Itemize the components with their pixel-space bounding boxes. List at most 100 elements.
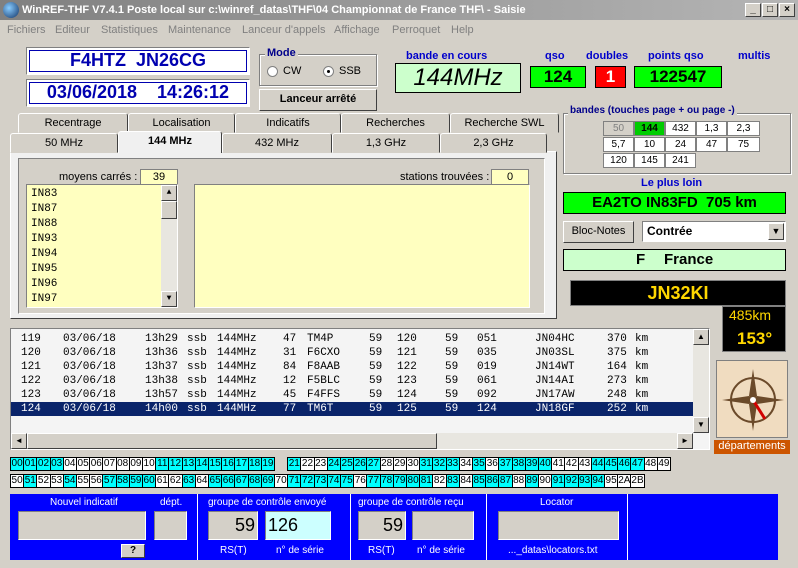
menu-affichage[interactable]: Affichage <box>334 24 380 36</box>
band-cell-5-7[interactable]: 5,7 <box>603 137 634 152</box>
band-cell-1-3[interactable]: 1,3 <box>696 121 727 136</box>
list-item[interactable]: IN96 <box>31 277 57 292</box>
scroll-up-icon[interactable]: ▲ <box>693 329 709 345</box>
scroll-left-icon[interactable]: ◄ <box>11 433 27 449</box>
list-item[interactable]: IN95 <box>31 262 57 277</box>
departement-cell[interactable]: 36 <box>485 457 500 471</box>
band-cell-120[interactable]: 120 <box>603 153 634 168</box>
log-vscroll[interactable]: ▲ ▼ <box>693 329 709 433</box>
envoye-rst[interactable]: 59 <box>208 511 258 540</box>
band-cell-24[interactable]: 24 <box>665 137 696 152</box>
departement-cell[interactable]: 05 <box>76 457 91 471</box>
departement-cell[interactable]: 12 <box>168 457 183 471</box>
departement-cell[interactable]: 26 <box>353 457 368 471</box>
departement-cell[interactable]: 09 <box>128 457 143 471</box>
scroll-thumb[interactable] <box>161 201 177 219</box>
ssb-radio[interactable] <box>323 66 334 77</box>
table-row[interactable]: 119 03/06/18 13h29 ssb 144MHz 47 TM4P 59 120 59 05… <box>11 332 693 346</box>
table-row[interactable]: 123 03/06/18 13h57 ssb 144MHz 45 F4FFS 59 124 59 0… <box>11 388 693 402</box>
departement-cell[interactable]: 53 <box>49 474 64 488</box>
departement-cell[interactable]: 04 <box>62 457 77 471</box>
departement-cell[interactable]: 52 <box>36 474 51 488</box>
list-item[interactable]: IN97 <box>31 292 57 307</box>
departement-cell[interactable]: 77 <box>366 474 381 488</box>
band-cell-241[interactable]: 241 <box>665 153 696 168</box>
log-list[interactable]: 119 03/06/18 13h29 ssb 144MHz 47 TM4P 59 120 59 05… <box>10 328 710 450</box>
tab-recherche-swl[interactable]: Recherche SWL <box>450 113 559 133</box>
stations-list[interactable] <box>194 184 530 308</box>
menu-fichiers[interactable]: Fichiers <box>7 24 46 36</box>
band-cell-10[interactable]: 10 <box>634 137 665 152</box>
maximize-button[interactable]: □ <box>762 3 778 17</box>
band-cell-145[interactable]: 145 <box>634 153 665 168</box>
departement-cell[interactable]: 21 <box>287 457 302 471</box>
help-button[interactable]: ? <box>121 544 145 558</box>
departement-cell[interactable]: 11 <box>155 457 170 471</box>
departement-cell[interactable]: 29 <box>392 457 407 471</box>
tab-indicatifs[interactable]: Indicatifs <box>235 113 341 133</box>
departement-cell[interactable]: 44 <box>590 457 605 471</box>
departement-cell[interactable]: 47 <box>630 457 645 471</box>
tab-50mhz[interactable]: 50 MHz <box>10 133 118 153</box>
departement-cell[interactable]: 00 <box>10 457 25 471</box>
scroll-up-icon[interactable]: ▲ <box>161 185 177 201</box>
departement-cell[interactable]: 2A <box>617 474 632 488</box>
departement-cell[interactable]: 84 <box>458 474 473 488</box>
departement-cell[interactable]: 03 <box>49 457 64 471</box>
log-hscroll[interactable]: ◄ ► <box>11 433 693 449</box>
departement-cell[interactable]: 22 <box>300 457 315 471</box>
departement-cell[interactable]: 34 <box>458 457 473 471</box>
departement-cell[interactable]: 25 <box>340 457 355 471</box>
departement-cell[interactable]: 42 <box>564 457 579 471</box>
departement-cell[interactable]: 45 <box>604 457 619 471</box>
departement-cell[interactable]: 70 <box>274 474 289 488</box>
departement-cell[interactable]: 17 <box>234 457 249 471</box>
departement-cell[interactable]: 66 <box>221 474 236 488</box>
menu-perroquet[interactable]: Perroquet <box>392 24 440 36</box>
departement-cell[interactable]: 55 <box>76 474 91 488</box>
departement-cell[interactable]: 40 <box>538 457 553 471</box>
band-cell-2-3[interactable]: 2,3 <box>727 121 760 136</box>
band-cell-47[interactable]: 47 <box>696 137 727 152</box>
moyens-scrollbar[interactable]: ▲ ▼ <box>161 185 177 307</box>
departement-cell[interactable]: 39 <box>524 457 539 471</box>
departement-cell[interactable]: 28 <box>379 457 394 471</box>
departement-cell[interactable]: 85 <box>472 474 487 488</box>
recu-rst[interactable]: 59 <box>358 511 406 540</box>
band-cell-50[interactable]: 50 <box>603 121 634 136</box>
departement-cell[interactable]: 71 <box>287 474 302 488</box>
menu-help[interactable]: Help <box>451 24 474 36</box>
departement-cell[interactable]: 19 <box>260 457 275 471</box>
departement-cell[interactable]: 15 <box>208 457 223 471</box>
departement-cell[interactable]: 24 <box>326 457 341 471</box>
list-item[interactable]: IN87 <box>31 202 57 217</box>
departement-cell[interactable]: 63 <box>181 474 196 488</box>
recu-serie[interactable] <box>412 511 474 540</box>
departement-cell[interactable]: 02 <box>36 457 51 471</box>
departement-cell[interactable]: 83 <box>445 474 460 488</box>
departement-cell[interactable]: 60 <box>142 474 157 488</box>
departement-cell[interactable]: 43 <box>577 457 592 471</box>
menu-editeur[interactable]: Editeur <box>55 24 90 36</box>
departement-cell[interactable]: 75 <box>340 474 355 488</box>
bloc-notes-button[interactable]: Bloc-Notes <box>563 221 634 243</box>
departement-cell[interactable]: 57 <box>102 474 117 488</box>
departement-cell[interactable]: 01 <box>23 457 38 471</box>
departement-cell[interactable]: 90 <box>538 474 553 488</box>
departement-cell[interactable]: 64 <box>194 474 209 488</box>
departement-cell[interactable]: 06 <box>89 457 104 471</box>
table-row[interactable]: 124 03/06/18 14h00 ssb 144MHz 77 TM6T 59 125 59 12… <box>11 402 693 416</box>
nouvel-indicatif-input[interactable] <box>18 511 146 540</box>
close-button[interactable]: × <box>779 3 795 17</box>
departement-cell[interactable]: 30 <box>406 457 421 471</box>
departement-cell[interactable]: 65 <box>208 474 223 488</box>
tab-144mhz[interactable]: 144 MHz <box>118 131 222 153</box>
departement-cell[interactable]: 18 <box>247 457 262 471</box>
tab-localisation[interactable]: Localisation <box>128 113 235 133</box>
departement-cell[interactable]: 10 <box>142 457 157 471</box>
band-cell-144[interactable]: 144 <box>634 121 665 136</box>
departement-cell[interactable]: 35 <box>472 457 487 471</box>
departement-cell[interactable]: 38 <box>511 457 526 471</box>
departement-cell[interactable]: 92 <box>564 474 579 488</box>
departement-cell[interactable]: 59 <box>128 474 143 488</box>
